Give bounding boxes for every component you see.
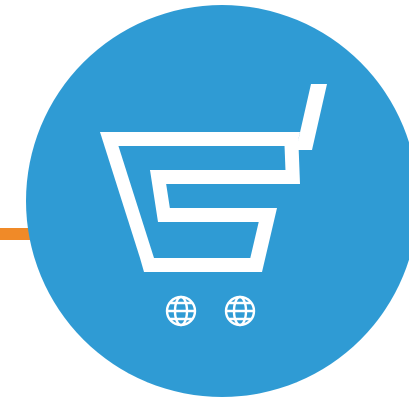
- cart-bottom-bar: [140, 258, 262, 272]
- logo-svg: [0, 5, 409, 397]
- logo-canvas: [0, 0, 409, 403]
- cart-top-right-post: [284, 132, 300, 184]
- cart-inner-back: [150, 170, 297, 184]
- cart-mid-bar: [158, 208, 268, 222]
- blue-circle-background: [26, 5, 409, 397]
- cart-top-bar: [100, 132, 300, 146]
